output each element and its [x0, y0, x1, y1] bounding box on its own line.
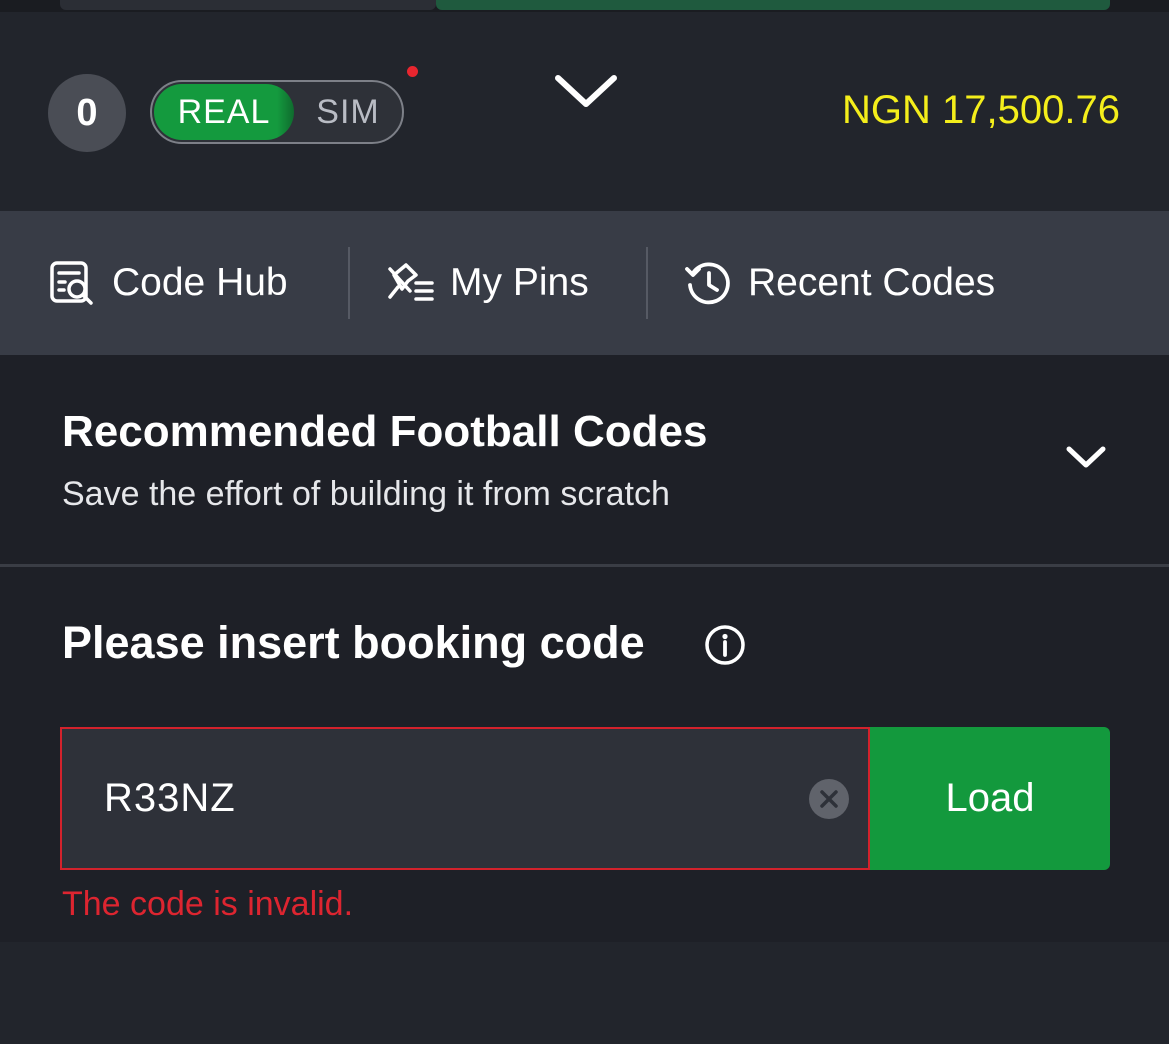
tab-code-hub-label: Code Hub	[112, 261, 288, 304]
booking-code-input[interactable]	[102, 729, 792, 868]
recommended-codes-section[interactable]: Recommended Football Codes Save the effo…	[0, 355, 1169, 565]
info-icon[interactable]	[704, 624, 746, 666]
tab-my-pins-label: My Pins	[450, 261, 589, 304]
load-button[interactable]: Load	[870, 727, 1110, 870]
toggle-option-real[interactable]: REAL	[154, 84, 294, 140]
pin-list-icon	[388, 263, 434, 301]
notification-dot	[407, 66, 418, 77]
betslip-header: 0 REAL SIM NGN 17,500.76	[0, 12, 1169, 211]
code-tab-bar: Code Hub My Pins Recent Codes	[0, 211, 1169, 355]
bottom-empty-area	[0, 942, 1169, 1044]
history-icon	[685, 262, 730, 305]
tab-recent-codes[interactable]: Recent Codes	[684, 211, 995, 355]
chevron-down-icon[interactable]	[1064, 443, 1108, 473]
recommended-title: Recommended Football Codes	[62, 407, 708, 456]
toggle-option-sim[interactable]: SIM	[294, 84, 402, 140]
booking-code-section: Please insert booking code Load The code…	[0, 567, 1169, 942]
tab-code-hub[interactable]: Code Hub	[48, 211, 288, 355]
tab-divider	[646, 247, 648, 319]
real-sim-toggle[interactable]: REAL SIM	[150, 80, 404, 144]
toggle-option-sim-label: SIM	[316, 92, 380, 131]
top-sliver-green-segment	[436, 0, 1110, 10]
booking-code-field	[60, 727, 870, 870]
error-message: The code is invalid.	[62, 885, 354, 923]
toggle-option-real-label: REAL	[177, 92, 271, 131]
account-balance: NGN 17,500.76	[842, 88, 1120, 132]
recommended-subtitle: Save the effort of building it from scra…	[62, 475, 670, 513]
bet-count-value: 0	[76, 91, 98, 134]
tab-divider	[348, 247, 350, 319]
tab-recent-codes-label: Recent Codes	[748, 261, 996, 304]
clear-input-icon[interactable]	[808, 778, 850, 820]
booking-code-title: Please insert booking code	[62, 617, 645, 668]
bet-count-badge[interactable]: 0	[48, 74, 126, 152]
tab-my-pins[interactable]: My Pins	[386, 211, 589, 355]
top-sliver-dark-segment	[60, 0, 436, 10]
chevron-down-icon[interactable]	[552, 72, 620, 112]
top-sliver	[0, 0, 1169, 12]
code-hub-search-icon	[50, 261, 93, 305]
